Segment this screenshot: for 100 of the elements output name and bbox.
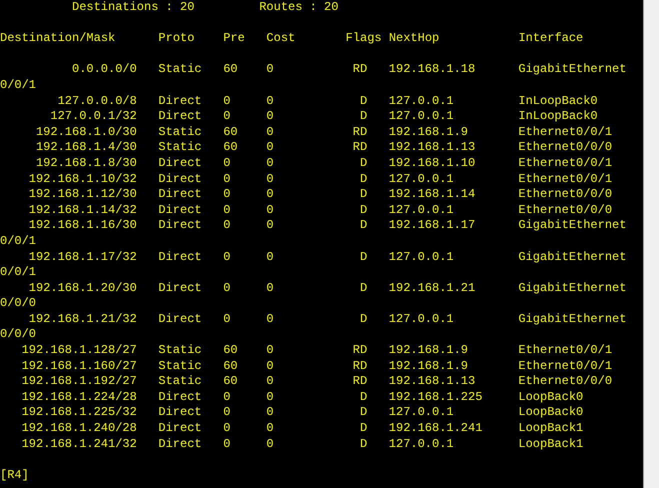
table-cell: Ethernet0/0/1 [518,343,612,359]
table-cell: LoopBack1 [518,421,584,437]
table-cell-text: 0 [223,436,232,452]
table-cell-text: Static [158,358,203,374]
table-cell-text: 0 [223,405,232,422]
table-cell-text: 192.168.1.17 [388,218,476,234]
table-cell-text: 192.168.1.16/30 [28,218,137,234]
table-cell: LoopBack0 [518,390,584,406]
table-cell-text: 192.168.1.128/27 [20,343,137,359]
table-cell: LoopBack1 [518,436,584,452]
table-cell-text: 127.0.0.1 [388,312,455,328]
table-cell-text: Static [158,343,203,359]
table-cell: Ethernet0/0/1 [518,172,612,188]
table-cell-text: RD [352,358,368,374]
column-header: Proto [158,31,196,47]
table-cell-text: 60 [223,374,239,390]
table-cell-text: 192.168.1.160/27 [20,358,137,374]
table-cell-text: 0.0.0.0/0 [71,62,137,78]
table-cell-text: 60 [223,62,239,78]
column-header: Destination/Mask [0,31,116,47]
table-cell-text: 0 [223,187,232,203]
table-cell-text: 192.168.1.225/32 [20,405,137,422]
table-cell: 0/0/1 [0,234,36,250]
table-cell-text: 192.168.1.18 [388,62,476,78]
table-cell-text: Static [158,62,203,78]
table-cell-text: D [359,421,368,437]
table-cell-text: Direct [158,250,203,266]
table-cell-text: 0 [266,202,275,218]
table-cell-text: D [359,187,368,203]
command-prompt: [R4] [0,468,29,484]
table-cell: 0/0/1 [0,265,36,281]
table-cell: Ethernet0/0/0 [518,202,612,218]
table-cell-text: 0 [223,94,232,110]
table-cell-text: 0 [266,156,275,172]
table-cell-text: D [359,202,368,218]
table-cell-text: RD [352,124,368,140]
table-cell-text: 60 [223,358,239,374]
table-cell-text: 192.168.1.17/32 [28,250,137,266]
column-header: NextHop [388,31,440,47]
table-cell-text: Direct [158,390,203,406]
table-cell-text: 0 [223,250,232,266]
table-cell-text: RD [352,343,368,359]
table-cell-text: 0 [266,343,275,359]
table-cell-text: 0 [266,172,275,188]
table-cell-text: RD [352,140,368,156]
table-cell-text: Direct [158,421,203,437]
table-cell-text: 127.0.0.1 [388,405,455,422]
column-header: Cost [266,31,296,47]
table-cell-text: 0 [266,421,275,437]
column-header: Interface [518,31,584,47]
table-cell: Ethernet0/0/0 [518,187,612,203]
table-cell: GigabitEthernet [518,312,626,328]
table-cell-text: 192.168.1.192/27 [20,374,137,390]
table-cell-text: 192.168.1.9 [388,124,470,140]
table-cell-text: 127.0.0.1 [388,202,455,218]
table-cell-text: 192.168.1.4/30 [34,140,137,156]
table-cell-text: 192.168.1.225 [388,390,484,406]
table-cell-text: 0 [266,390,275,406]
destinations-count: Destinations : 20 [72,0,196,16]
table-cell-text: 60 [223,124,239,140]
table-cell-text: 0 [223,390,232,406]
table-cell-text: 0 [266,436,275,452]
table-cell-text: 0 [266,109,275,125]
table-cell-text: 0 [266,280,275,296]
table-cell: Ethernet0/0/1 [518,358,612,374]
table-cell-text: 127.0.0.1 [388,94,455,110]
routes-count: Routes : 20 [259,0,338,16]
table-cell: 0/0/1 [0,78,36,94]
table-cell-text: 0 [223,109,232,125]
table-cell-text: 0 [223,202,232,218]
table-cell-text: Direct [158,187,203,203]
table-cell: Ethernet0/0/0 [518,140,612,156]
table-cell-text: 0 [266,312,275,328]
table-cell-text: Direct [158,94,203,110]
table-cell-text: 0 [266,187,275,203]
table-cell-text: 0 [223,280,232,296]
table-cell-text: 0 [223,156,232,172]
table-cell-text: D [359,218,368,234]
table-cell-text: 127.0.0.0/8 [56,94,137,110]
table-cell: 0/0/0 [0,296,36,312]
table-cell-text: D [359,280,368,296]
table-cell-text: 192.168.1.241/32 [20,436,137,452]
table-cell-text: 127.0.0.1/32 [49,109,137,125]
table-cell-text: 192.168.1.13 [388,140,476,156]
table-cell-text: 0 [223,172,232,188]
column-header: Pre [223,31,246,47]
table-cell-text: 192.168.1.9 [388,358,470,374]
table-cell-text: 0 [266,94,275,110]
table-cell-text: 192.168.1.9 [388,343,470,359]
table-cell-text: Static [158,374,203,390]
table-cell-text: 127.0.0.1 [388,109,455,125]
table-cell-text: D [359,172,368,188]
table-cell-text: Direct [158,312,203,328]
table-cell-text: Static [158,140,203,156]
table-cell-text: Direct [158,218,203,234]
table-cell-text: 0 [223,421,232,437]
table-cell: GigabitEthernet [518,62,626,78]
table-cell-text: Direct [158,172,203,188]
scrollbar[interactable] [643,0,659,488]
table-cell-text: 192.168.1.241 [388,421,484,437]
